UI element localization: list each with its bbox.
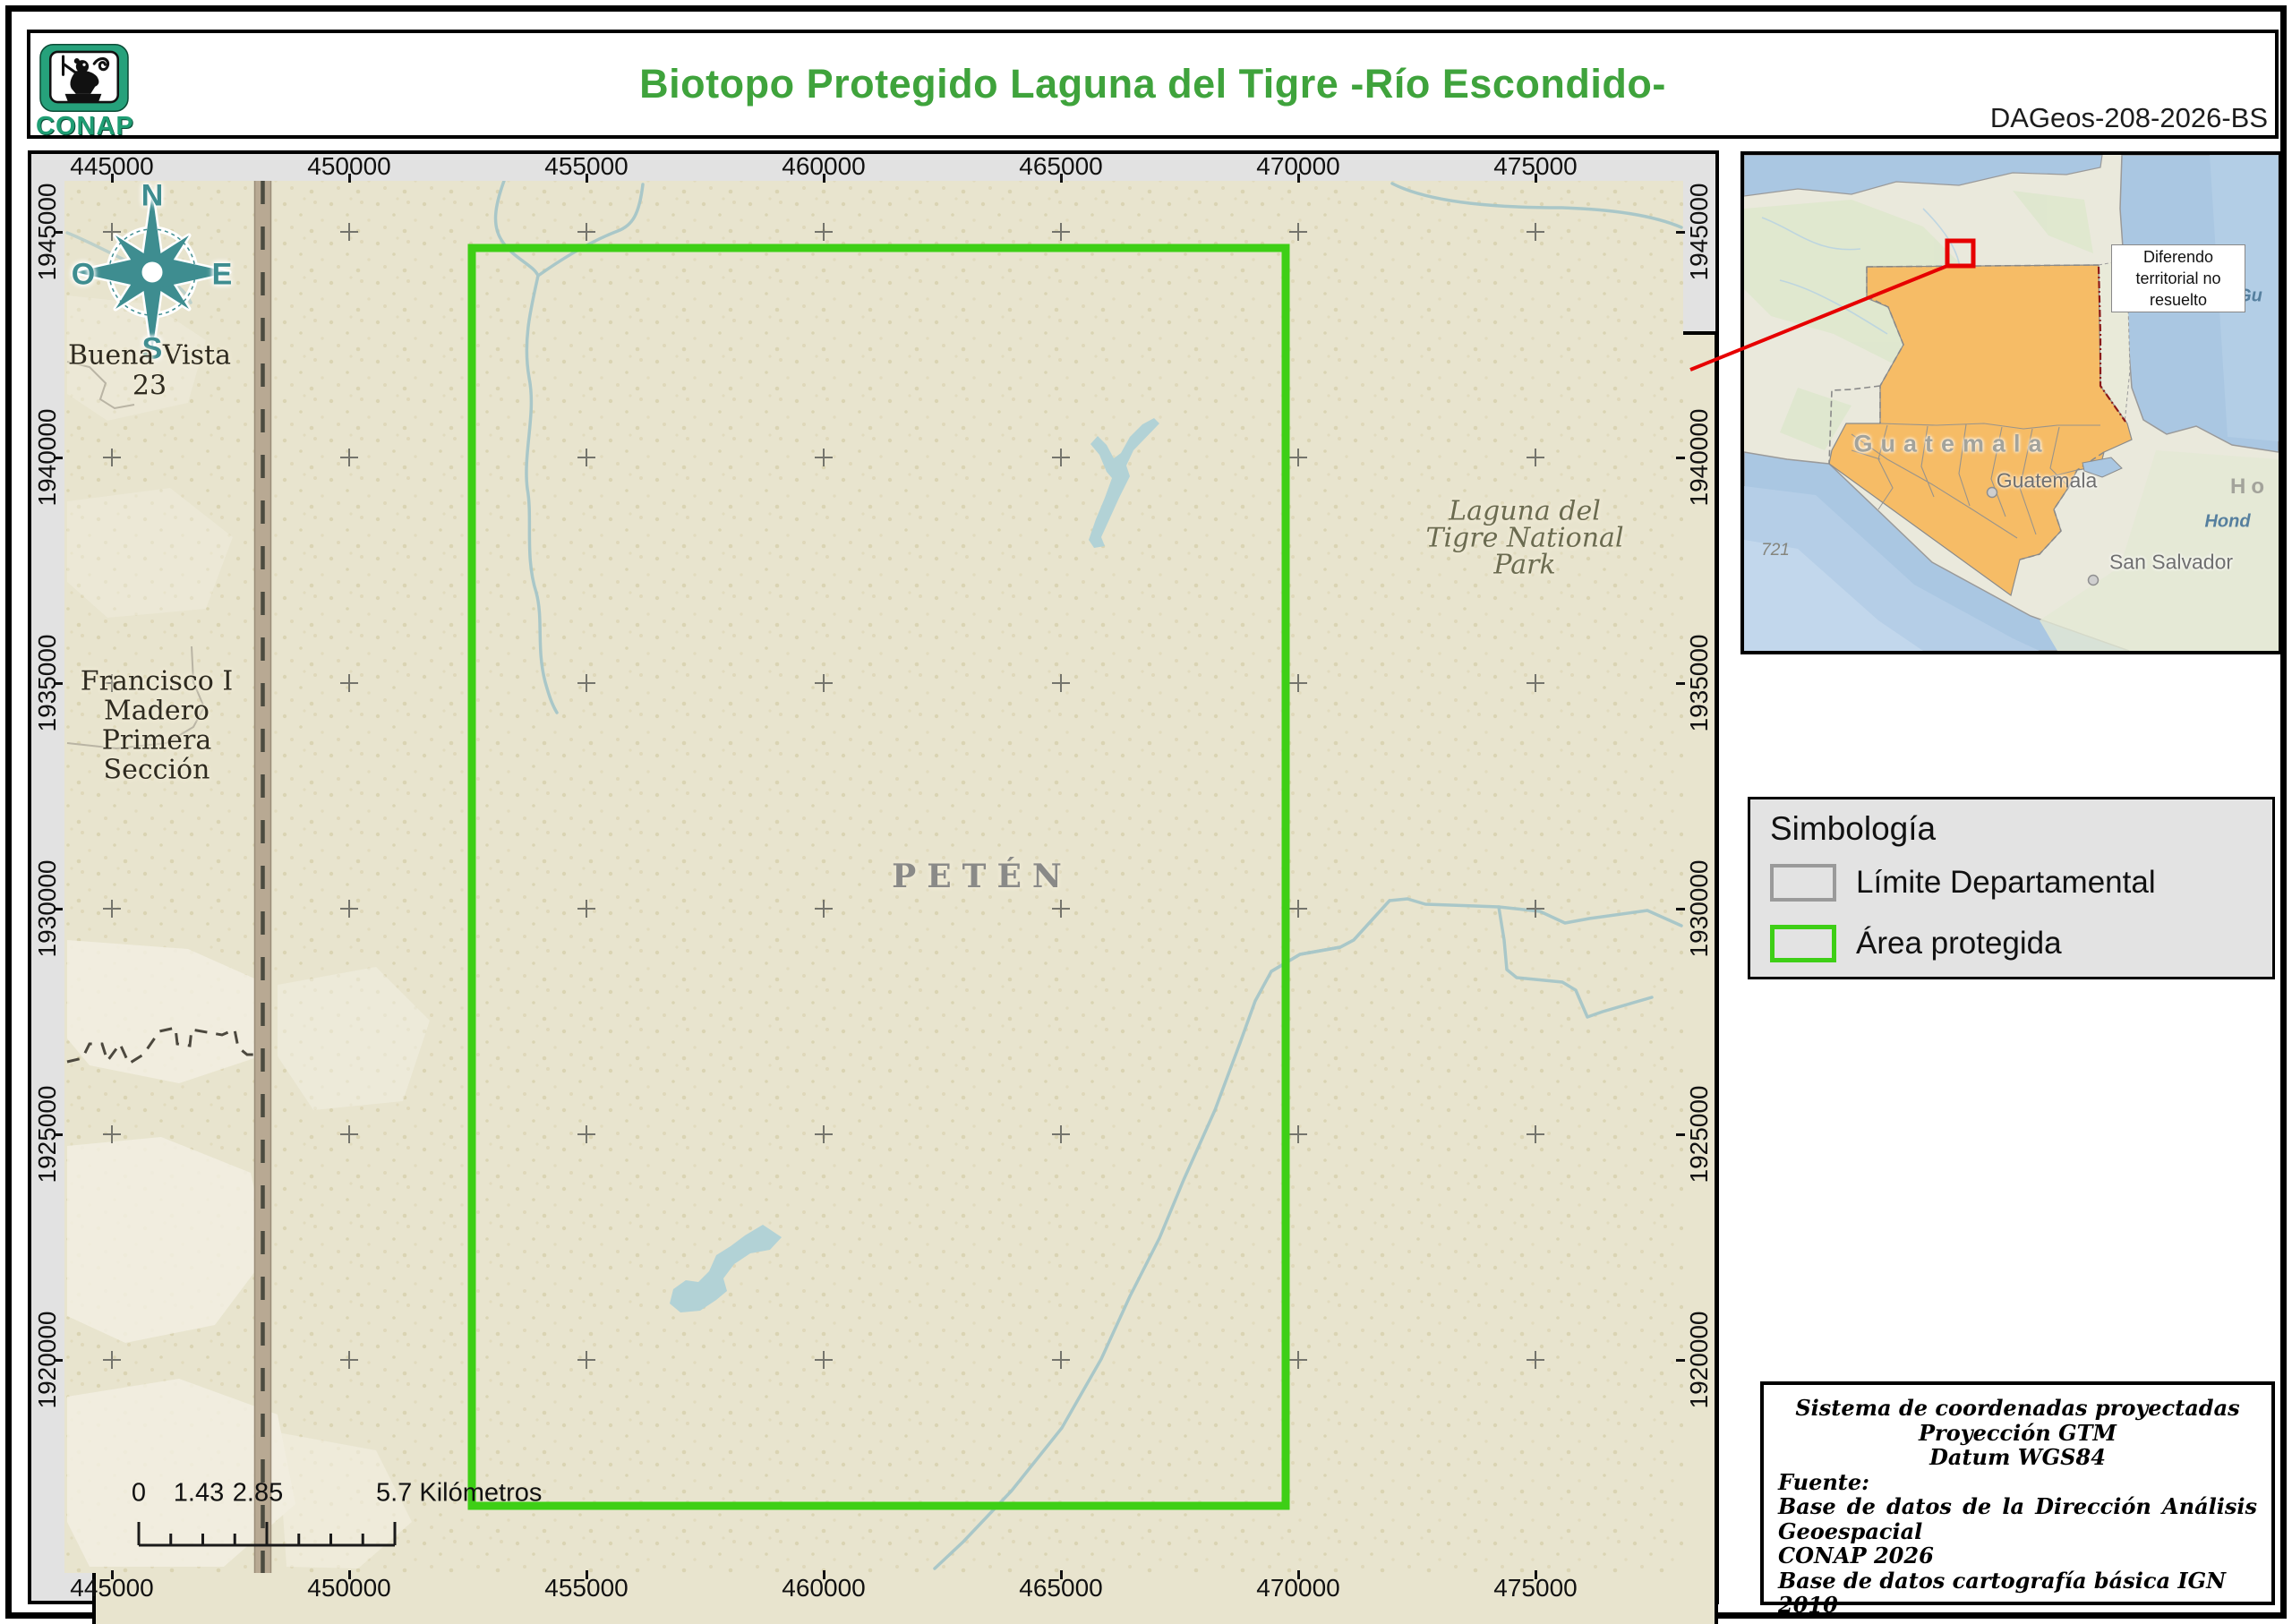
compass-north-label: N <box>141 179 164 214</box>
credit-line: CONAP 2026 <box>1778 1543 2257 1568</box>
water-label: Hond <box>2204 512 2250 533</box>
scale-label: 1.43 <box>174 1479 224 1509</box>
diferendo-note-line: territorial no <box>2135 268 2220 289</box>
legend-item: Límite Departamental <box>1770 864 2156 902</box>
scale-label: 0 <box>132 1479 146 1509</box>
settlement-label: Sección <box>104 755 210 786</box>
honduras-label: Ho <box>2230 474 2270 500</box>
scale-label: 2.85 <box>233 1479 283 1509</box>
settlement-label: Francisco I <box>81 666 233 697</box>
main-map-canvas <box>64 181 1683 1573</box>
header: CONAP Biotopo Protegido Laguna del Tigre… <box>27 30 2279 139</box>
credit-line: Base de datos de la Dirección Análisis G… <box>1778 1494 2257 1543</box>
scale-unit: Kilómetros <box>419 1479 542 1508</box>
legend-item: Área protegida <box>1770 925 2062 962</box>
city-label: San Salvador <box>2109 551 2233 575</box>
scale-label-with-unit: 5.7 Kilómetros <box>376 1479 542 1509</box>
road <box>254 181 271 1573</box>
legend-item-label: Área protegida <box>1856 926 2062 962</box>
city-dot <box>2089 576 2099 585</box>
depth-label: 721 <box>1761 541 1790 560</box>
legend-item-label: Límite Departamental <box>1856 865 2156 901</box>
inset-map-canvas <box>1744 155 2279 651</box>
legend-title: Simbología <box>1770 810 1936 848</box>
document-reference: DAGeos-208-2026-BS <box>1990 102 2268 134</box>
legend: Simbología Límite Departamental Área pro… <box>1748 797 2275 979</box>
compass-west-label: O <box>72 258 95 293</box>
inset-locator-map: Guatemala Guatemala San Salvador 721 Gu … <box>1740 151 2282 654</box>
settlement-label: 23 <box>133 371 167 402</box>
department-label: PETÉN <box>892 858 1073 895</box>
park-label: Park <box>1493 550 1555 581</box>
credit-line: Datum WGS84 <box>1778 1445 2257 1470</box>
protected-area-swatch-icon <box>1770 925 1836 962</box>
credits-box: Sistema de coordenadas proyectadas Proye… <box>1760 1381 2275 1605</box>
credit-line: Sistema de coordenadas proyectadas <box>1778 1396 2257 1421</box>
departmental-boundary-swatch-icon <box>1770 864 1836 902</box>
credit-line: Fuente: <box>1778 1470 2257 1495</box>
compass-east-label: E <box>212 258 233 293</box>
credit-line: Base de datos cartografía básica IGN 201… <box>1778 1568 2257 1618</box>
scale-max-value: 5.7 <box>376 1479 412 1508</box>
settlement-label: Primera <box>102 725 212 756</box>
capital-city-label: Guatemala <box>1997 469 2098 493</box>
settlement-label: Madero <box>104 696 210 727</box>
settlement-label: Buena Vista <box>68 340 231 372</box>
diferendo-note-line: resuelto <box>2150 289 2207 311</box>
country-label: Guatemala <box>1853 431 2049 458</box>
page-title: Biotopo Protegido Laguna del Tigre -Río … <box>30 33 2275 135</box>
diferendo-note: Diferendo territorial no resuelto <box>2111 244 2245 312</box>
diferendo-note-line: Diferendo <box>2143 246 2213 268</box>
credit-line: Proyección GTM <box>1778 1421 2257 1446</box>
map-document-page: CONAP Biotopo Protegido Laguna del Tigre… <box>0 0 2292 1624</box>
